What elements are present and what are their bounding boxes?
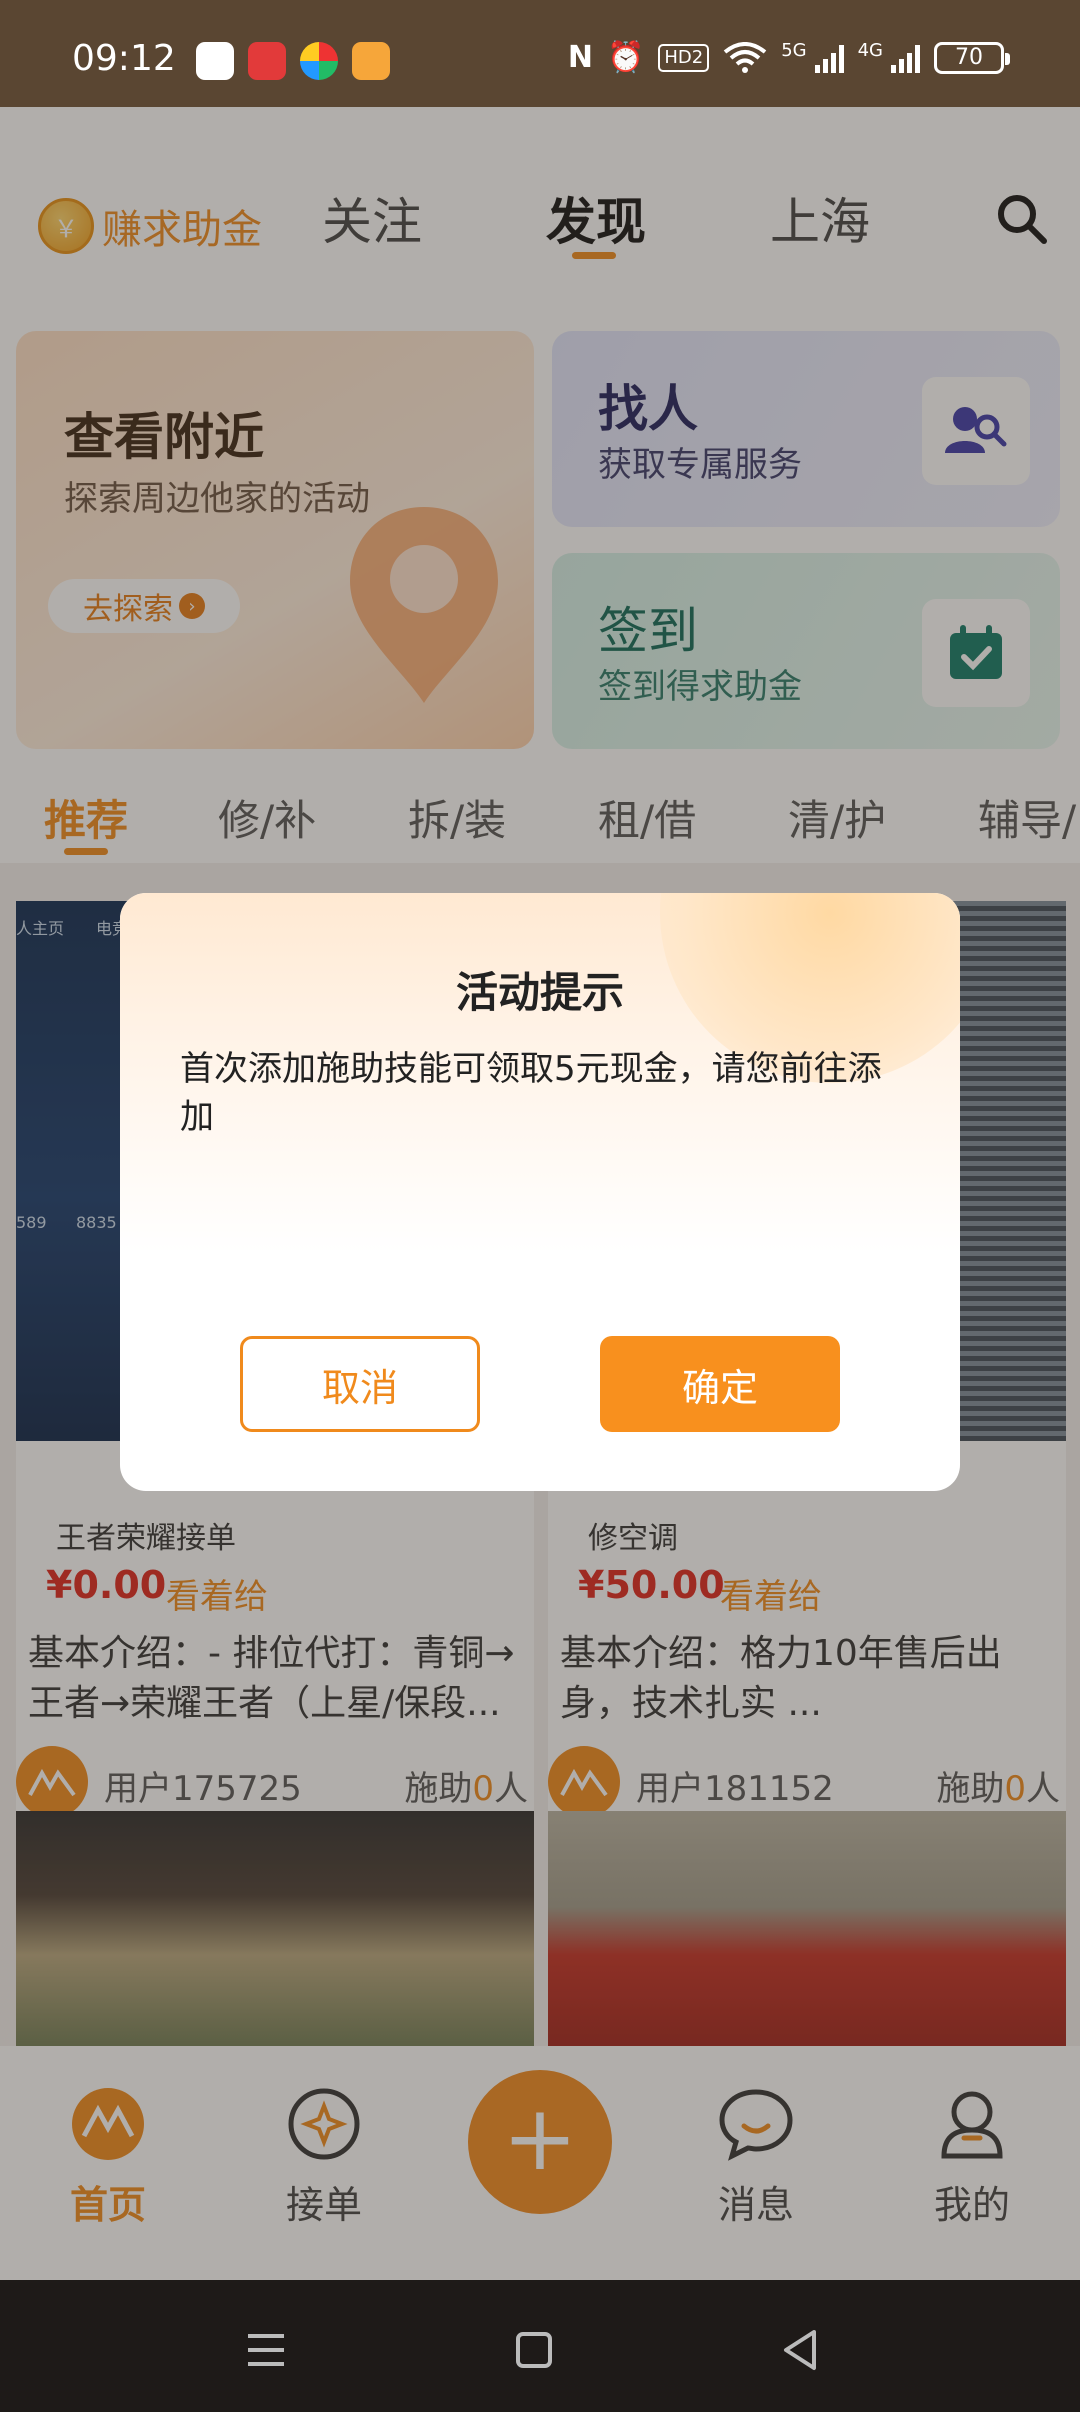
system-navigation-bar: [0, 2280, 1080, 2412]
app-notification-icon: [300, 42, 338, 80]
app-notification-icon: [352, 42, 390, 80]
back-icon[interactable]: [770, 2320, 830, 2380]
signal-icon: [891, 43, 920, 73]
status-bar: 09:12 N ⏰ HD2 5G 4G 70: [0, 0, 1080, 107]
signal-icon: [814, 43, 844, 73]
dialog-title: 活动提示: [455, 968, 624, 1017]
cancel-button[interactable]: 取消: [240, 1336, 480, 1432]
activity-dialog: 活动提示 首次添加施助技能可领取5元现金，请您前往添加 取消 确定: [120, 893, 960, 1491]
app-notification-icon: [248, 42, 286, 80]
notification-app-icons: [196, 42, 390, 80]
hd-icon: HD2: [658, 43, 710, 72]
menu-icon[interactable]: [236, 2320, 296, 2380]
confirm-button[interactable]: 确定: [600, 1336, 840, 1432]
battery-icon: 70: [934, 41, 1010, 74]
network-4g-label: 4G: [857, 40, 883, 61]
nfc-icon: N: [567, 40, 593, 75]
app-notification-icon: [196, 42, 234, 80]
network-5g-label: 5G: [781, 40, 807, 61]
home-square-icon[interactable]: [504, 2320, 564, 2380]
wifi-icon: [723, 41, 767, 73]
alarm-icon: ⏰: [606, 40, 645, 75]
status-time: 09:12: [72, 38, 176, 79]
status-icons: N ⏰ HD2 5G 4G 70: [567, 40, 1010, 75]
dialog-message: 首次添加施助技能可领取5元现金，请您前往添加: [180, 1049, 882, 1137]
